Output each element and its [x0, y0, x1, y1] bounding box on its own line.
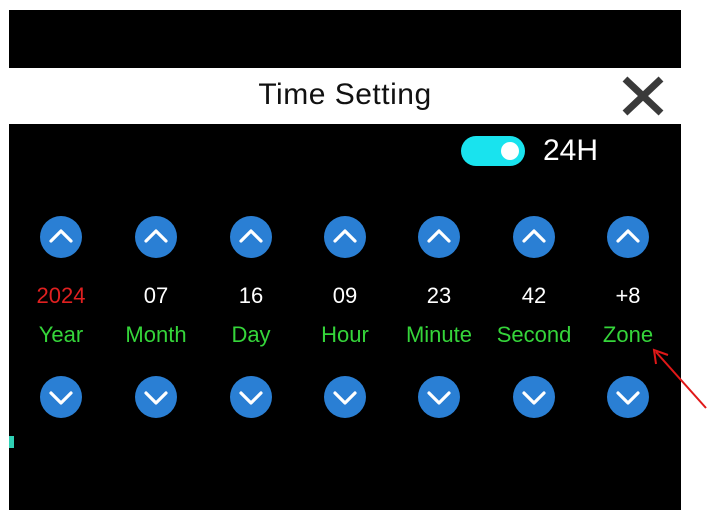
- month-up-button[interactable]: [135, 216, 177, 258]
- chevron-up-icon: [49, 229, 73, 243]
- dialog-header: Time Setting: [9, 68, 681, 124]
- 24h-toggle[interactable]: [461, 136, 525, 166]
- year-down-button[interactable]: [40, 376, 82, 418]
- chevron-up-icon: [427, 229, 451, 243]
- 24h-toggle-label: 24H: [543, 134, 599, 167]
- chevron-down-icon: [522, 391, 546, 405]
- second-up-button[interactable]: [513, 216, 555, 258]
- chevron-up-icon: [616, 229, 640, 243]
- zone-up-button[interactable]: [607, 216, 649, 258]
- month-down-button[interactable]: [135, 376, 177, 418]
- minute-up-button[interactable]: [418, 216, 460, 258]
- day-value: 16: [238, 283, 264, 308]
- chevron-up-icon: [522, 229, 546, 243]
- hour-down-button[interactable]: [324, 376, 366, 418]
- zone-down-button[interactable]: [607, 376, 649, 418]
- time-setting-panel: 24H 2024 Year 07 Month 16 Day 09 Hour 23…: [9, 124, 681, 446]
- year-value: 2024: [36, 283, 86, 308]
- page-title: Time Setting: [258, 78, 432, 111]
- chevron-down-icon: [239, 391, 263, 405]
- chevron-up-icon: [144, 229, 168, 243]
- annotation-arrow-icon: [652, 348, 707, 409]
- chevron-down-icon: [144, 391, 168, 405]
- month-value: 07: [143, 283, 169, 308]
- chevron-up-icon: [333, 229, 357, 243]
- second-down-button[interactable]: [513, 376, 555, 418]
- chevron-down-icon: [333, 391, 357, 405]
- toggle-knob: [501, 142, 519, 160]
- chevron-down-icon: [616, 391, 640, 405]
- close-icon: [622, 76, 664, 116]
- close-button[interactable]: [619, 75, 667, 117]
- chevron-up-icon: [239, 229, 263, 243]
- minute-down-button[interactable]: [418, 376, 460, 418]
- zone-value: +8: [615, 283, 641, 308]
- chevron-down-icon: [49, 391, 73, 405]
- bottom-bar: [9, 448, 681, 510]
- minute-value: 23: [426, 283, 452, 308]
- day-down-button[interactable]: [230, 376, 272, 418]
- day-up-button[interactable]: [230, 216, 272, 258]
- chevron-down-icon: [427, 391, 451, 405]
- year-up-button[interactable]: [40, 216, 82, 258]
- screen-edge-accent: [9, 436, 14, 448]
- top-bar: [9, 10, 681, 68]
- hour-value: 09: [332, 283, 358, 308]
- hour-up-button[interactable]: [324, 216, 366, 258]
- second-value: 42: [521, 283, 547, 308]
